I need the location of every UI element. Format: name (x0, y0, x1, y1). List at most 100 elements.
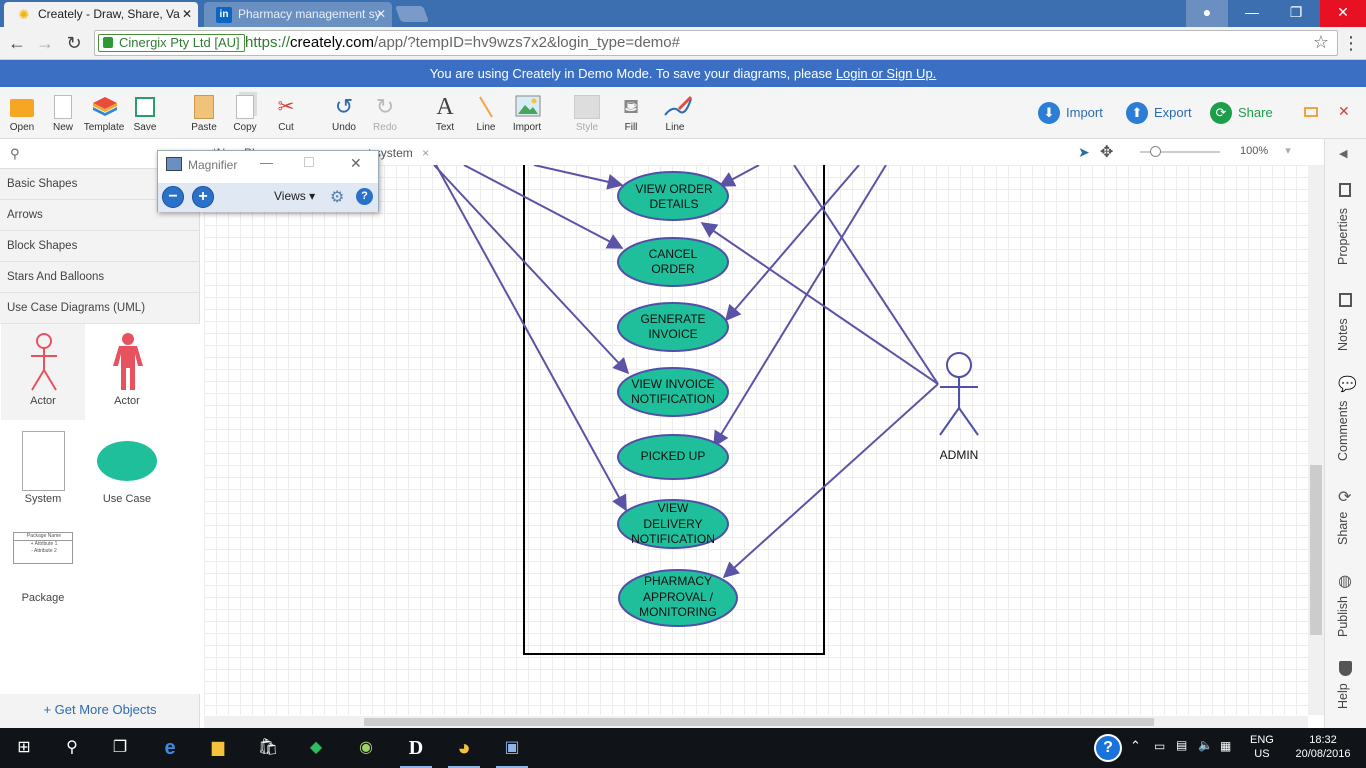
network-icon[interactable]: ▤ (1176, 738, 1187, 752)
notes-panel-button[interactable]: Notes (1329, 289, 1363, 355)
shape-use-case[interactable]: Use Case (85, 423, 169, 519)
collapse-panel-icon[interactable]: ◀ (1339, 147, 1347, 160)
chevron-up-icon[interactable]: ⌃ (1130, 738, 1141, 754)
battery-icon[interactable]: ▭ (1154, 739, 1165, 753)
notification-icon[interactable] (1358, 739, 1364, 757)
shape-actor-outline[interactable]: Actor (1, 324, 85, 420)
zoom-slider-handle[interactable] (1150, 146, 1161, 157)
keyboard-icon[interactable]: ▦ (1220, 739, 1231, 753)
edge-browser-icon[interactable]: e (152, 732, 188, 764)
tab-close-icon[interactable]: ✕ (182, 2, 192, 27)
horizontal-scrollbar[interactable] (204, 716, 1308, 728)
minimize-button[interactable]: — (260, 155, 273, 170)
zoom-slider[interactable] (1140, 146, 1220, 157)
back-icon[interactable]: ← (6, 32, 28, 54)
store-icon[interactable]: 🛍 (250, 732, 286, 764)
login-signup-link[interactable]: Login or Sign Up. (836, 66, 936, 81)
new-button[interactable]: New (42, 95, 84, 133)
new-tab-button[interactable] (395, 6, 429, 22)
zoom-in-button[interactable]: + (192, 186, 214, 208)
help-icon[interactable]: ? (356, 188, 373, 205)
tab-pharmacy[interactable]: in Pharmacy management sy ✕ (204, 2, 392, 27)
fill-button[interactable]: ⛾ Fill (610, 95, 652, 133)
close-toolbar-icon[interactable]: ✕ (1338, 103, 1350, 120)
forward-icon[interactable]: → (34, 32, 56, 54)
properties-panel-button[interactable]: Properties (1329, 179, 1363, 269)
new-label: New (52, 122, 73, 133)
bookmark-star-icon[interactable]: ☆ (1313, 32, 1329, 53)
comments-panel-button[interactable]: 💬 Comments (1329, 373, 1363, 463)
get-more-objects-link[interactable]: + Get More Objects (0, 702, 200, 717)
tripadvisor-icon[interactable]: ◉ (348, 732, 384, 764)
volume-icon[interactable]: 🔈 (1198, 738, 1213, 752)
menu-icon[interactable]: ⋮ (1340, 32, 1362, 54)
zoom-out-button[interactable]: − (162, 186, 184, 208)
category-block-shapes[interactable]: Block Shapes (0, 231, 200, 262)
maximize-button[interactable]: ❐ (1274, 0, 1318, 27)
category-stars-balloons[interactable]: Stars And Balloons (0, 262, 200, 293)
file-explorer-icon[interactable]: ▆ (200, 732, 236, 764)
redo-button[interactable]: ↻ Redo (364, 95, 406, 134)
maximize-button[interactable] (304, 157, 314, 167)
close-window-button[interactable]: ✕ (1320, 0, 1366, 27)
evernote-icon[interactable]: ◆ (298, 732, 334, 764)
close-button[interactable]: ✕ (350, 155, 362, 172)
export-button[interactable]: ⬆ Export (1126, 102, 1192, 124)
app-d-icon[interactable]: D (398, 732, 434, 768)
shape-label: System (24, 493, 62, 505)
tab-creately[interactable]: ✺ Creately - Draw, Share, Va ✕ (4, 2, 198, 27)
magnifier-title: Magnifier (188, 158, 238, 172)
undo-button[interactable]: ↺ Undo (323, 95, 365, 134)
zoom-level[interactable]: 100% ▾ (1240, 144, 1291, 157)
gear-icon[interactable]: ⚙ (330, 187, 344, 207)
omnibox[interactable]: Cinergix Pty Ltd [AU] https://creately.c… (94, 30, 1338, 56)
save-button[interactable]: Save (124, 95, 166, 133)
scrollbar-thumb[interactable] (364, 718, 1154, 726)
views-dropdown[interactable]: Views ▾ (274, 189, 315, 203)
paste-button[interactable]: Paste (183, 95, 225, 133)
copy-button[interactable]: Copy (224, 95, 266, 133)
search-icon[interactable]: ⚲ (54, 732, 90, 764)
shape-system[interactable]: System (1, 423, 85, 519)
diagram-canvas[interactable]: VIEW ORDER DETAILS CANCEL ORDER GENERATE… (204, 165, 1308, 715)
import-button[interactable]: ⬇ Import (1038, 102, 1103, 124)
scrollbar-thumb[interactable] (1310, 465, 1322, 635)
minimize-button[interactable]: — (1230, 0, 1274, 27)
help-tray-icon[interactable]: ? (1094, 734, 1122, 762)
clock[interactable]: 18:32 20/08/2016 (1290, 733, 1356, 761)
chrome-icon[interactable]: ◕ (446, 732, 482, 768)
tab-title: Pharmacy management sy (238, 7, 381, 21)
import-image-button[interactable]: Import (506, 95, 548, 133)
properties-label: Properties (1336, 208, 1350, 265)
language-indicator[interactable]: ENG US (1250, 733, 1274, 761)
secure-badge[interactable]: Cinergix Pty Ltd [AU] (98, 34, 245, 52)
open-button[interactable]: Open (1, 95, 43, 133)
line-tool-button[interactable]: Line (465, 95, 507, 133)
actor-outline-icon (31, 333, 57, 391)
task-view-icon[interactable]: ❐ (102, 732, 138, 764)
collapse-toolbar-icon[interactable] (1304, 107, 1318, 117)
profile-icon[interactable]: ● (1186, 0, 1228, 27)
cut-button[interactable]: ✂ Cut (265, 95, 307, 133)
line-style-button[interactable]: Line (654, 95, 696, 133)
share-button[interactable]: ⟳ Share (1210, 102, 1273, 124)
shape-package[interactable]: Package Name + Attribute 1 - Attribute 2… (1, 522, 85, 618)
tab-close-icon[interactable]: ✕ (376, 2, 386, 27)
url-text[interactable]: https://creately.com/app/?tempID=hv9wzs7… (245, 34, 680, 52)
shape-actor-filled[interactable]: Actor (85, 324, 169, 420)
pointer-tool-icon[interactable]: ➤ (1078, 144, 1090, 161)
vertical-scrollbar[interactable] (1308, 165, 1324, 715)
style-button[interactable]: Style (566, 95, 608, 133)
windows-start-icon[interactable]: ⊞ (6, 732, 42, 764)
template-button[interactable]: Template (83, 95, 125, 133)
magnifier-taskbar-icon[interactable]: ▣ (494, 732, 530, 768)
association-line (433, 165, 630, 375)
pan-tool-icon[interactable]: ✥ (1100, 142, 1113, 162)
text-tool-button[interactable]: A Text (424, 95, 466, 133)
help-panel-button[interactable]: Help (1329, 659, 1363, 713)
share-panel-button[interactable]: ⟳ Share (1329, 487, 1363, 549)
close-document-icon[interactable]: × (422, 146, 429, 160)
reload-icon[interactable]: ↻ (63, 32, 85, 54)
publish-panel-button[interactable]: ◍ Publish (1329, 571, 1363, 639)
category-use-case-uml[interactable]: Use Case Diagrams (UML) (0, 293, 200, 324)
